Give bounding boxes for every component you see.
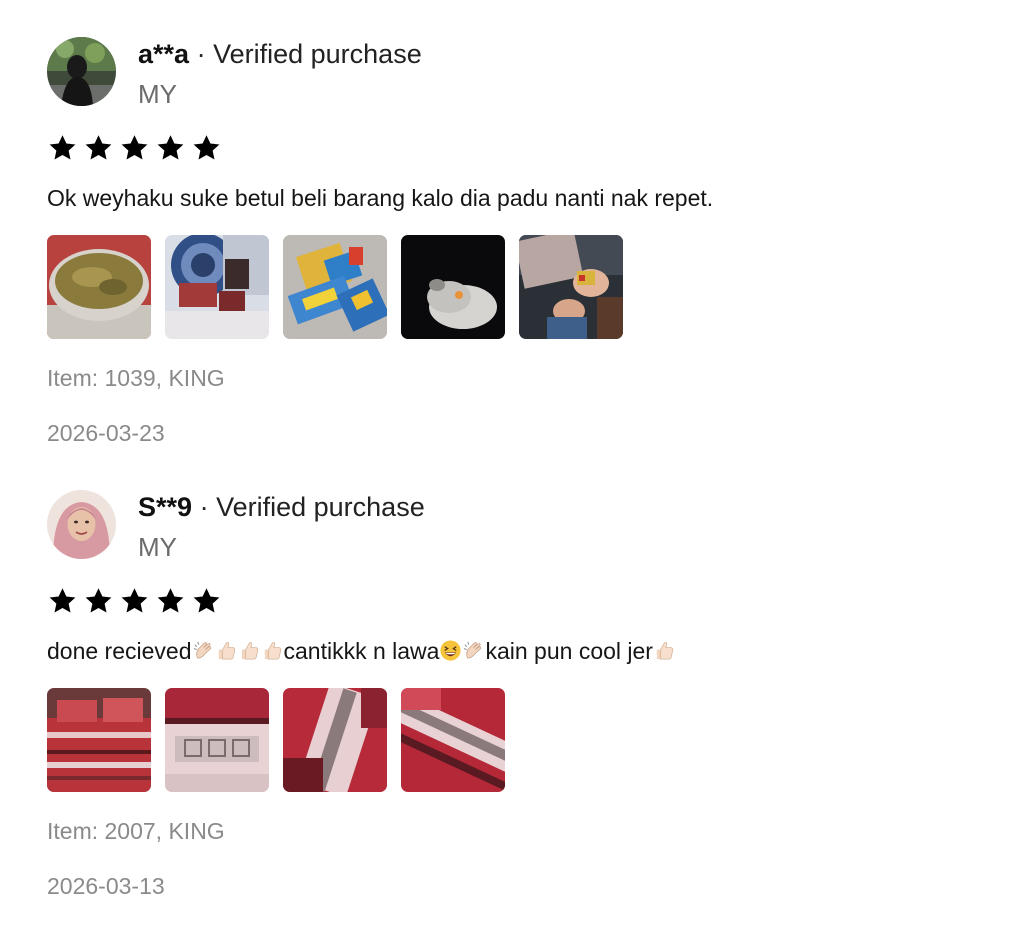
review-photo[interactable]	[283, 235, 387, 339]
thumbs-up-icon	[238, 639, 261, 662]
star-icon	[119, 133, 150, 163]
review-photo[interactable]	[401, 688, 505, 792]
review-text: done recieved cantikkk n lawa kain pun coo…	[47, 636, 676, 666]
reviewer-line: a**a · Verified purchase	[138, 38, 422, 70]
review-photo[interactable]	[47, 688, 151, 792]
thumbs-up-icon	[653, 639, 676, 662]
reviewer-country: MY	[138, 79, 177, 109]
review-photo[interactable]	[47, 235, 151, 339]
verified-purchase-label: Verified purchase	[216, 492, 425, 522]
clapping-hands-icon	[462, 639, 485, 662]
review-photo[interactable]	[165, 688, 269, 792]
review-text: Ok weyhaku suke betul beli barang kalo d…	[47, 183, 713, 213]
review-date: 2026-03-23	[47, 420, 165, 446]
star-icon	[83, 586, 114, 616]
review-photo[interactable]	[165, 235, 269, 339]
item-variant: Item: 1039, KING	[47, 365, 225, 391]
review-text-segment: kain pun cool jer	[485, 638, 653, 664]
star-rating	[47, 133, 222, 163]
item-variant: Item: 2007, KING	[47, 818, 225, 844]
avatar[interactable]	[47, 37, 116, 106]
review-photo[interactable]	[401, 235, 505, 339]
reviewer-name: S**9	[138, 492, 193, 522]
reviewer-country: MY	[138, 532, 177, 562]
star-icon	[155, 133, 186, 163]
reviewer-name: a**a	[138, 39, 190, 69]
separator: ·	[196, 39, 206, 69]
review-card: S**9 · Verified purchase MY done recieve…	[47, 490, 987, 910]
star-icon	[83, 133, 114, 163]
reviewer-line: S**9 · Verified purchase	[138, 491, 425, 523]
review-text-segment: Ok weyhaku suke betul beli barang kalo d…	[47, 185, 714, 211]
avatar[interactable]	[47, 490, 116, 559]
review-header: S**9 · Verified purchase MY	[47, 490, 987, 562]
thumbs-up-icon	[261, 639, 284, 662]
star-icon	[191, 133, 222, 163]
review-photo[interactable]	[283, 688, 387, 792]
review-photos	[47, 688, 505, 792]
star-icon	[119, 586, 150, 616]
review-card: a**a · Verified purchase MY Ok weyhaku s…	[47, 37, 987, 457]
review-date: 2026-03-13	[47, 873, 165, 899]
grinning-squinting-face-icon	[439, 639, 462, 662]
star-icon	[47, 133, 78, 163]
review-photos	[47, 235, 623, 339]
separator: ·	[199, 492, 209, 522]
review-text-segment: cantikkk n lawa	[283, 638, 440, 664]
thumbs-up-icon	[215, 639, 238, 662]
star-icon	[47, 586, 78, 616]
review-text-segment: done recieved	[47, 638, 192, 664]
review-photo[interactable]	[519, 235, 623, 339]
clapping-hands-icon	[192, 639, 215, 662]
star-icon	[155, 586, 186, 616]
star-icon	[191, 586, 222, 616]
review-header: a**a · Verified purchase MY	[47, 37, 987, 109]
star-rating	[47, 586, 222, 616]
verified-purchase-label: Verified purchase	[213, 39, 422, 69]
